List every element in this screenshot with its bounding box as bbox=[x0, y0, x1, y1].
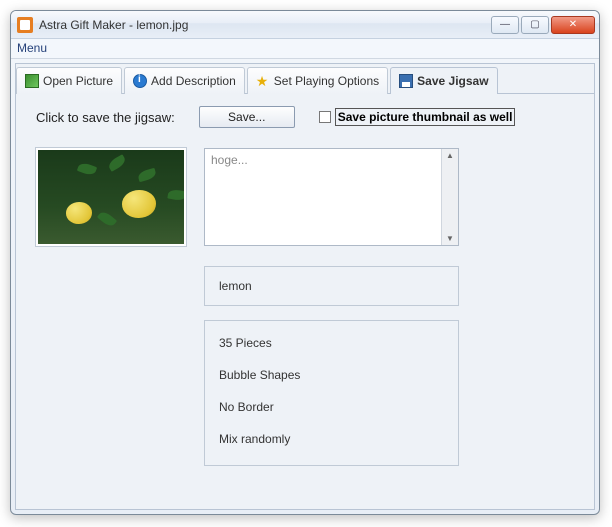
content-area: Open Picture Add Description Set Playing… bbox=[15, 63, 595, 510]
tab-label: Save Jigsaw bbox=[417, 74, 488, 88]
window-title: Astra Gift Maker - lemon.jpg bbox=[39, 18, 491, 32]
tab-label: Add Description bbox=[151, 74, 236, 88]
disk-icon bbox=[399, 74, 413, 88]
jigsaw-name: lemon bbox=[219, 279, 252, 293]
thumbnail-checkbox-label[interactable]: Save picture thumbnail as well bbox=[335, 108, 516, 126]
tab-label: Open Picture bbox=[43, 74, 113, 88]
app-window: Astra Gift Maker - lemon.jpg — ▢ ✕ Menu … bbox=[10, 10, 600, 515]
minimize-button[interactable]: — bbox=[491, 16, 519, 34]
scrollbar[interactable]: ▲ ▼ bbox=[441, 149, 458, 245]
save-instruction-label: Click to save the jigsaw: bbox=[36, 110, 175, 125]
app-icon bbox=[17, 17, 33, 33]
star-icon bbox=[256, 74, 270, 88]
tab-open-picture[interactable]: Open Picture bbox=[16, 67, 122, 94]
tab-label: Set Playing Options bbox=[274, 74, 379, 88]
option-border: No Border bbox=[219, 391, 444, 423]
option-shapes: Bubble Shapes bbox=[219, 359, 444, 391]
info-icon bbox=[133, 74, 147, 88]
jigsaw-name-box: lemon bbox=[204, 266, 459, 306]
close-button[interactable]: ✕ bbox=[551, 16, 595, 34]
maximize-button[interactable]: ▢ bbox=[521, 16, 549, 34]
save-button[interactable]: Save... bbox=[199, 106, 295, 128]
thumbnail-checkbox[interactable] bbox=[319, 111, 331, 123]
tab-set-playing-options[interactable]: Set Playing Options bbox=[247, 67, 388, 94]
tab-save-jigsaw[interactable]: Save Jigsaw bbox=[390, 67, 497, 94]
titlebar[interactable]: Astra Gift Maker - lemon.jpg — ▢ ✕ bbox=[11, 11, 599, 39]
save-jigsaw-pane: Click to save the jigsaw: Save... Save p… bbox=[16, 94, 594, 509]
picture-icon bbox=[25, 74, 39, 88]
picture-thumbnail bbox=[36, 148, 186, 246]
scroll-down-icon[interactable]: ▼ bbox=[446, 234, 454, 243]
option-mix: Mix randomly bbox=[219, 423, 444, 455]
scroll-up-icon[interactable]: ▲ bbox=[446, 151, 454, 160]
description-textarea[interactable]: hoge... ▲ ▼ bbox=[204, 148, 459, 246]
jigsaw-options-box: 35 Pieces Bubble Shapes No Border Mix ra… bbox=[204, 320, 459, 466]
option-pieces: 35 Pieces bbox=[219, 327, 444, 359]
menubar: Menu bbox=[11, 39, 599, 59]
thumbnail-checkbox-wrap: Save picture thumbnail as well bbox=[319, 108, 516, 126]
description-placeholder: hoge... bbox=[205, 149, 441, 245]
window-controls: — ▢ ✕ bbox=[491, 16, 595, 34]
menu-item-menu[interactable]: Menu bbox=[17, 41, 47, 55]
save-row: Click to save the jigsaw: Save... Save p… bbox=[36, 106, 574, 128]
tab-add-description[interactable]: Add Description bbox=[124, 67, 245, 94]
tab-strip: Open Picture Add Description Set Playing… bbox=[16, 64, 594, 94]
preview-row: hoge... ▲ ▼ bbox=[36, 148, 574, 246]
